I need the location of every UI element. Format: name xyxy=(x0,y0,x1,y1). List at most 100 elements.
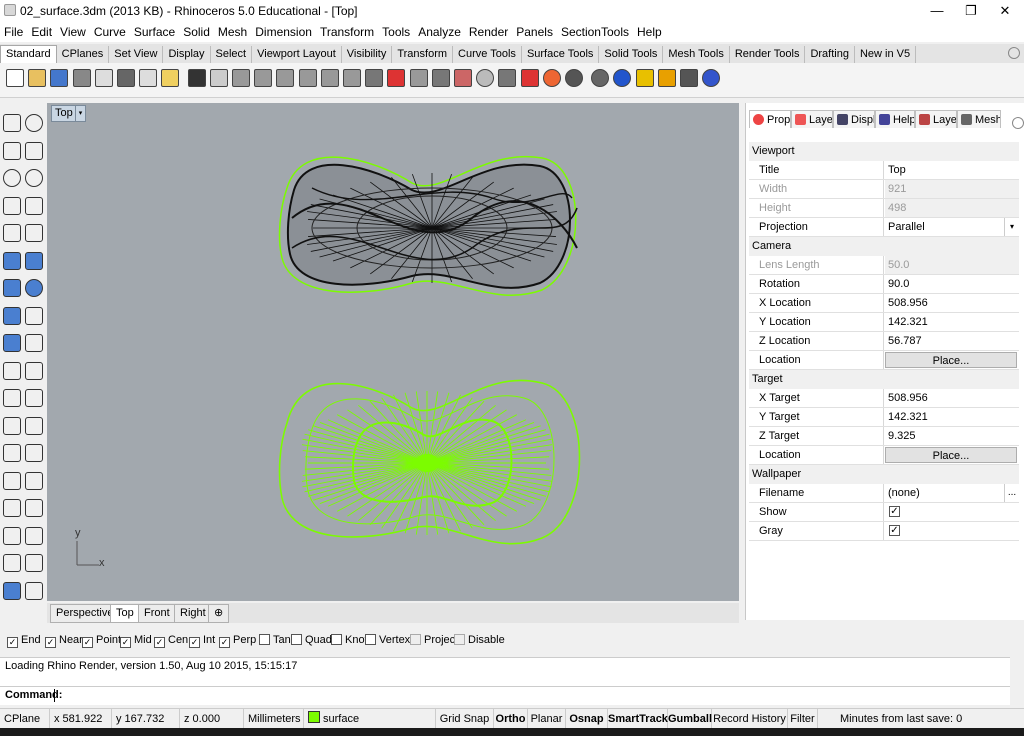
osnap-checkbox[interactable] xyxy=(410,634,421,645)
osnap-vertex[interactable]: Vertex xyxy=(365,633,410,647)
grid-array-icon[interactable] xyxy=(3,471,21,490)
toolbar-tab-new-in-v5[interactable]: New in V5 xyxy=(855,46,917,63)
menu-tools[interactable]: Tools xyxy=(378,22,414,39)
toolbar-tab-surface-tools[interactable]: Surface Tools xyxy=(522,46,600,63)
target-place-button[interactable]: Place... xyxy=(885,447,1017,463)
menu-sectiontools[interactable]: SectionTools xyxy=(557,22,633,39)
osnap-mid[interactable]: ✓ Mid xyxy=(120,633,152,648)
rotate-view-icon[interactable] xyxy=(232,69,250,87)
osnap-checkbox[interactable] xyxy=(454,634,465,645)
wallpaper-filename-value[interactable]: (none)... xyxy=(885,484,1019,502)
osnap-disable[interactable]: Disable xyxy=(454,633,505,647)
camera-place-button[interactable]: Place... xyxy=(885,352,1017,368)
solid-tools-icon[interactable] xyxy=(3,581,21,600)
menu-analyze[interactable]: Analyze xyxy=(414,22,465,39)
light-icon[interactable] xyxy=(476,69,495,87)
viewport-tab-top[interactable]: Top xyxy=(110,604,140,623)
status-toggle-ortho[interactable]: Ortho xyxy=(494,709,528,729)
grid-icon[interactable] xyxy=(431,69,450,87)
car-icon[interactable] xyxy=(387,69,406,87)
toolbar-tab-display[interactable]: Display xyxy=(163,46,211,63)
osnap-checkbox[interactable]: ✓ xyxy=(7,637,18,648)
shield-icon[interactable] xyxy=(520,69,539,87)
new-icon[interactable] xyxy=(6,69,24,87)
menu-edit[interactable]: Edit xyxy=(27,22,56,39)
osnap-perp[interactable]: ✓ Perp xyxy=(219,633,256,648)
surface-icon[interactable] xyxy=(3,251,21,270)
box-icon[interactable] xyxy=(3,279,21,297)
viewport-tab-front[interactable]: Front xyxy=(138,604,176,623)
curve-cv-icon[interactable] xyxy=(25,141,43,160)
osnap-checkbox[interactable]: ✓ xyxy=(82,637,93,648)
move-icon[interactable] xyxy=(3,361,21,380)
toolbar-tab-standard[interactable]: Standard xyxy=(0,45,57,63)
menu-render[interactable]: Render xyxy=(465,22,512,39)
viewport-title-value[interactable]: Top xyxy=(885,161,1019,179)
circle-icon[interactable] xyxy=(3,169,21,187)
status-toggle-filter[interactable]: Filter xyxy=(788,709,818,729)
viewport-tab-right[interactable]: Right xyxy=(174,604,212,623)
osnap-end[interactable]: ✓ End xyxy=(7,633,41,648)
status-toggle-grid-snap[interactable]: Grid Snap xyxy=(436,709,494,729)
camera-rotation-value[interactable]: 90.0 xyxy=(885,275,1019,293)
status-toggle-gumball[interactable]: Gumball xyxy=(668,709,712,729)
osnap-cen[interactable]: ✓ Cen xyxy=(154,633,188,648)
help-icon[interactable] xyxy=(702,69,721,87)
panel-tab-layers[interactable]: Laye... xyxy=(791,110,833,128)
menu-curve[interactable]: Curve xyxy=(90,22,130,39)
viewport-projection-value[interactable]: Parallel ▾ xyxy=(885,218,1019,236)
menu-file[interactable]: File xyxy=(0,22,27,39)
toolbar-tab-mesh-tools[interactable]: Mesh Tools xyxy=(663,46,730,63)
rotate-camera-icon[interactable] xyxy=(343,69,361,87)
command-scrollbar[interactable] xyxy=(1010,657,1024,704)
rebuild-icon[interactable] xyxy=(25,416,43,435)
osnap-near[interactable]: ✓ Near xyxy=(45,633,83,648)
paste-icon[interactable] xyxy=(161,69,180,87)
fillet-icon[interactable] xyxy=(25,224,43,242)
status-toggle-smarttrack[interactable]: SmartTrack xyxy=(608,709,668,729)
toolbar-tab-render-tools[interactable]: Render Tools xyxy=(730,46,806,63)
panel-tab-mesh[interactable]: Mesh... xyxy=(957,110,1001,128)
osnap-checkbox[interactable]: ✓ xyxy=(45,637,56,648)
toolbar-tab-viewport-layout[interactable]: Viewport Layout xyxy=(252,46,342,63)
osnap-checkbox[interactable]: ✓ xyxy=(189,637,200,648)
zoom-selected-icon[interactable] xyxy=(320,69,339,87)
layer-icon[interactable] xyxy=(454,69,472,87)
color-wheel-icon[interactable] xyxy=(542,69,561,87)
panel-tab-display[interactable]: Displ... xyxy=(833,110,875,128)
osnap-point[interactable]: ✓ Point xyxy=(82,633,121,648)
osnap-quad[interactable]: Quad xyxy=(291,633,332,647)
menu-mesh[interactable]: Mesh xyxy=(214,22,251,39)
wallpaper-show-checkbox[interactable]: ✓ xyxy=(889,506,900,517)
polyline-icon[interactable] xyxy=(3,141,21,160)
check-icon[interactable] xyxy=(25,554,43,572)
osnap-checkbox[interactable]: ✓ xyxy=(219,637,230,648)
camera-y-location-value[interactable]: 142.321 xyxy=(885,313,1019,331)
panel-tab-properties[interactable]: Prop... xyxy=(749,110,791,128)
cylinder-icon[interactable] xyxy=(3,306,21,325)
offset-icon[interactable] xyxy=(3,416,21,435)
status-units[interactable]: Millimeters xyxy=(244,709,304,729)
dimension-icon[interactable] xyxy=(680,69,698,87)
menu-solid[interactable]: Solid xyxy=(179,22,214,39)
menu-help[interactable]: Help xyxy=(633,22,666,39)
text-icon[interactable] xyxy=(3,444,21,462)
toolbar-tab-visibility[interactable]: Visibility xyxy=(342,46,393,63)
osnap-checkbox[interactable]: ✓ xyxy=(154,637,165,648)
zoom-extents-icon[interactable] xyxy=(298,69,317,87)
toolbar-tab-select[interactable]: Select xyxy=(211,46,253,63)
status-cplane[interactable]: CPlane xyxy=(0,709,50,729)
paint-icon[interactable] xyxy=(635,69,654,87)
menu-view[interactable]: View xyxy=(56,22,90,39)
array-icon[interactable] xyxy=(25,361,43,380)
status-toggle-planar[interactable]: Planar xyxy=(528,709,566,729)
lock-icon[interactable] xyxy=(498,69,517,87)
triangle-icon[interactable] xyxy=(3,196,21,215)
drape-icon[interactable] xyxy=(3,554,21,572)
browse-wallpaper-button[interactable]: ... xyxy=(1004,484,1019,502)
panel-tab-layer-state[interactable]: Laye... xyxy=(915,110,957,128)
array-polar-icon[interactable] xyxy=(3,526,21,545)
target-x-target-value[interactable]: 508.956 xyxy=(885,389,1019,407)
status-layer[interactable]: surface xyxy=(304,709,436,729)
extrude-icon[interactable] xyxy=(25,306,43,325)
